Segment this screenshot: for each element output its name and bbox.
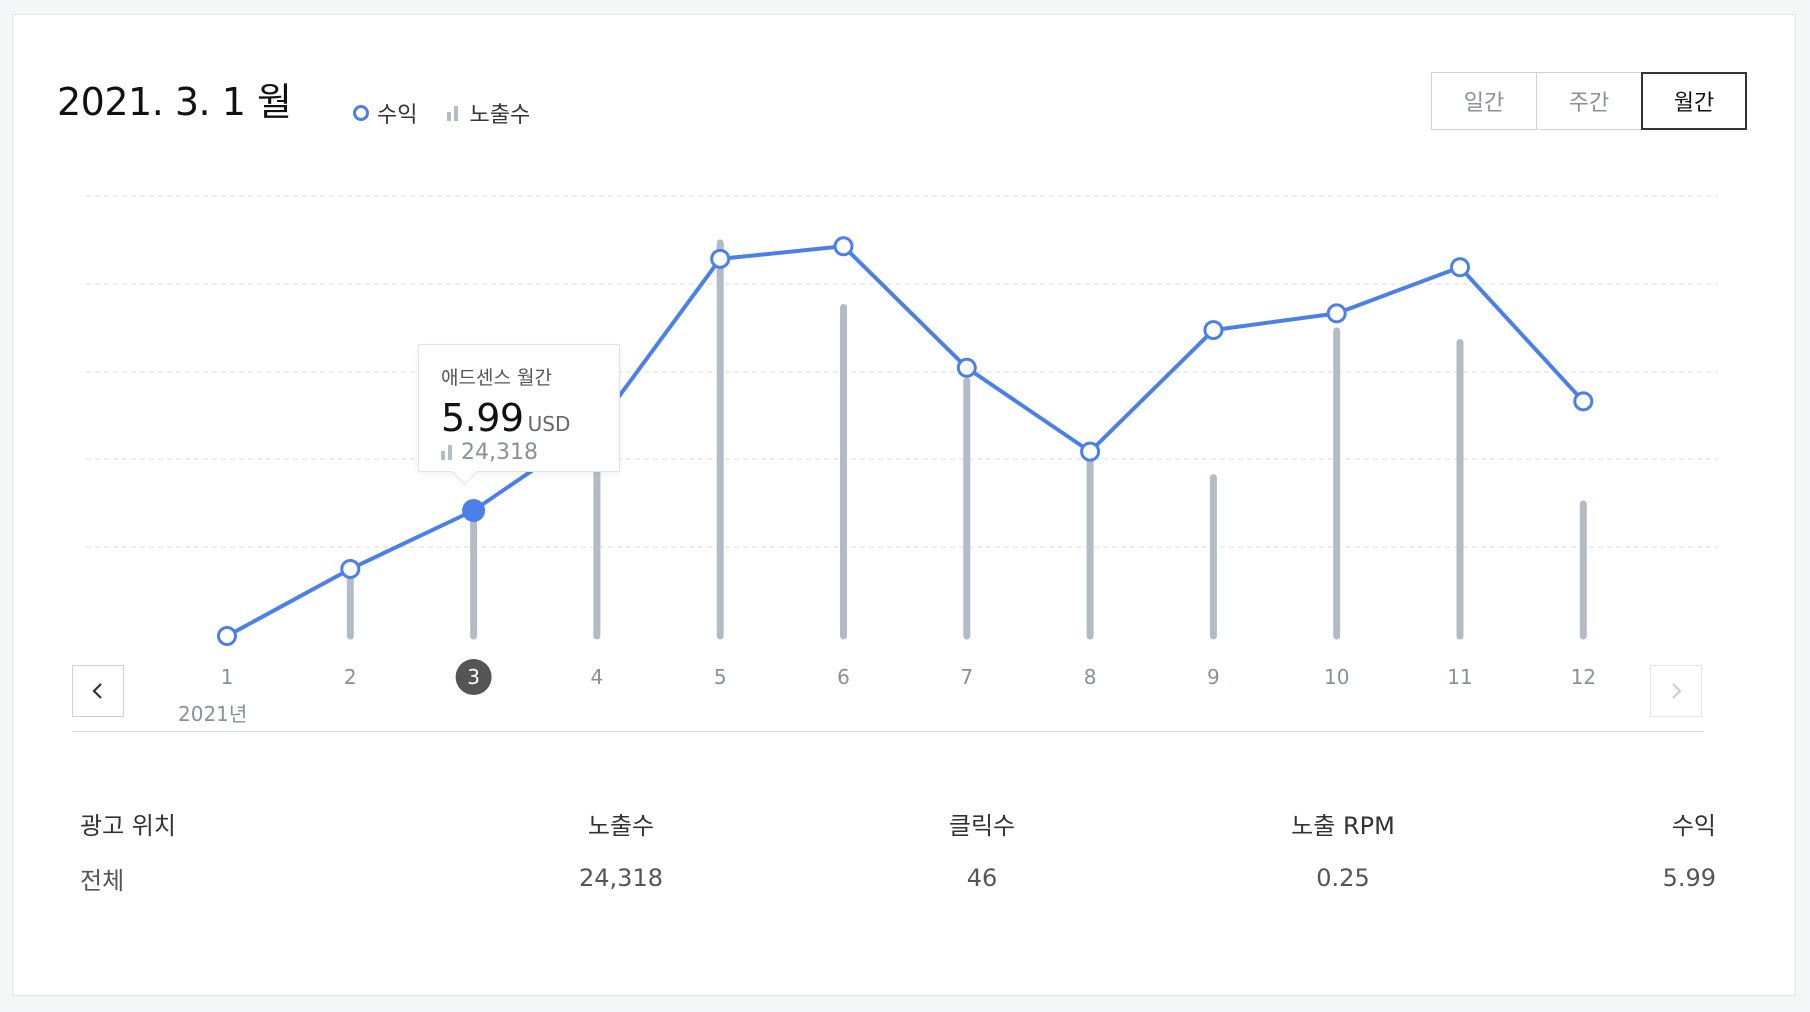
revenue-point — [956, 357, 977, 378]
chevron-left-icon — [92, 683, 102, 699]
chart-tooltip: 애드센스 월간 5.99 USD 24,318 — [418, 344, 620, 485]
tooltip-impressions: 24,318 — [461, 440, 538, 465]
tooltip-title: 애드센스 월간 — [441, 367, 552, 389]
column-header-revenue: 수익 — [1671, 811, 1716, 840]
cell-revenue: 5.99 — [1662, 864, 1716, 892]
x-tick-label: 7 — [960, 665, 973, 689]
cell-ad-position: 전체 — [80, 866, 125, 895]
column-header-impressions: 노출수 — [587, 811, 655, 840]
revenue-point — [1080, 441, 1101, 462]
cell-rpm: 0.25 — [1316, 864, 1370, 892]
revenue-point — [1326, 303, 1347, 324]
x-tick-label: 8 — [1084, 665, 1097, 689]
x-tick-label: 4 — [591, 665, 604, 689]
year-label: 2021년 — [178, 702, 248, 726]
next-page-button[interactable] — [1650, 665, 1702, 717]
x-tick-label: 10 — [1324, 665, 1349, 689]
chevron-right-icon — [1672, 683, 1682, 699]
revenue-point — [1450, 257, 1470, 278]
column-header-ad-position: 광고 위치 — [80, 811, 176, 840]
divider — [72, 731, 1704, 732]
revenue-point — [217, 626, 237, 646]
bar-chart-icon — [441, 445, 455, 460]
x-tick-label: 3 — [467, 665, 480, 689]
revenue-point — [340, 558, 361, 579]
revenue-point — [833, 236, 854, 257]
period-monthly-button[interactable]: 월간 — [1641, 72, 1747, 130]
table-header-row: 광고 위치 노출수 클릭수 노출 RPM 수익 — [72, 800, 1724, 846]
revenue-point — [1573, 391, 1594, 412]
x-tick-label: 5 — [714, 665, 727, 689]
cell-impressions: 24,318 — [579, 864, 663, 892]
summary-table: 광고 위치 노출수 클릭수 노출 RPM 수익 전체 24,318 46 0.2… — [72, 800, 1724, 910]
column-header-rpm: 노출 RPM — [1291, 811, 1395, 840]
x-tick-label: 2 — [344, 665, 357, 689]
tooltip-value: 5.99 — [441, 396, 524, 440]
x-tick-label: 6 — [837, 665, 850, 689]
table-row: 전체 24,318 46 0.25 5.99 — [72, 846, 1724, 910]
x-tick-label: 9 — [1207, 665, 1220, 689]
x-tick-label: 12 — [1571, 665, 1596, 689]
tooltip-value-row: 5.99 USD — [441, 396, 597, 440]
column-header-clicks: 클릭수 — [948, 811, 1016, 840]
tooltip-unit: USD — [527, 412, 571, 436]
revenue-point — [1203, 320, 1224, 341]
cell-clicks: 46 — [966, 864, 998, 892]
x-tick-label: 1 — [221, 665, 234, 689]
revenue-point — [710, 248, 731, 269]
prev-page-button[interactable] — [72, 665, 124, 717]
revenue-point — [462, 498, 486, 522]
x-tick-label: 11 — [1447, 665, 1472, 689]
